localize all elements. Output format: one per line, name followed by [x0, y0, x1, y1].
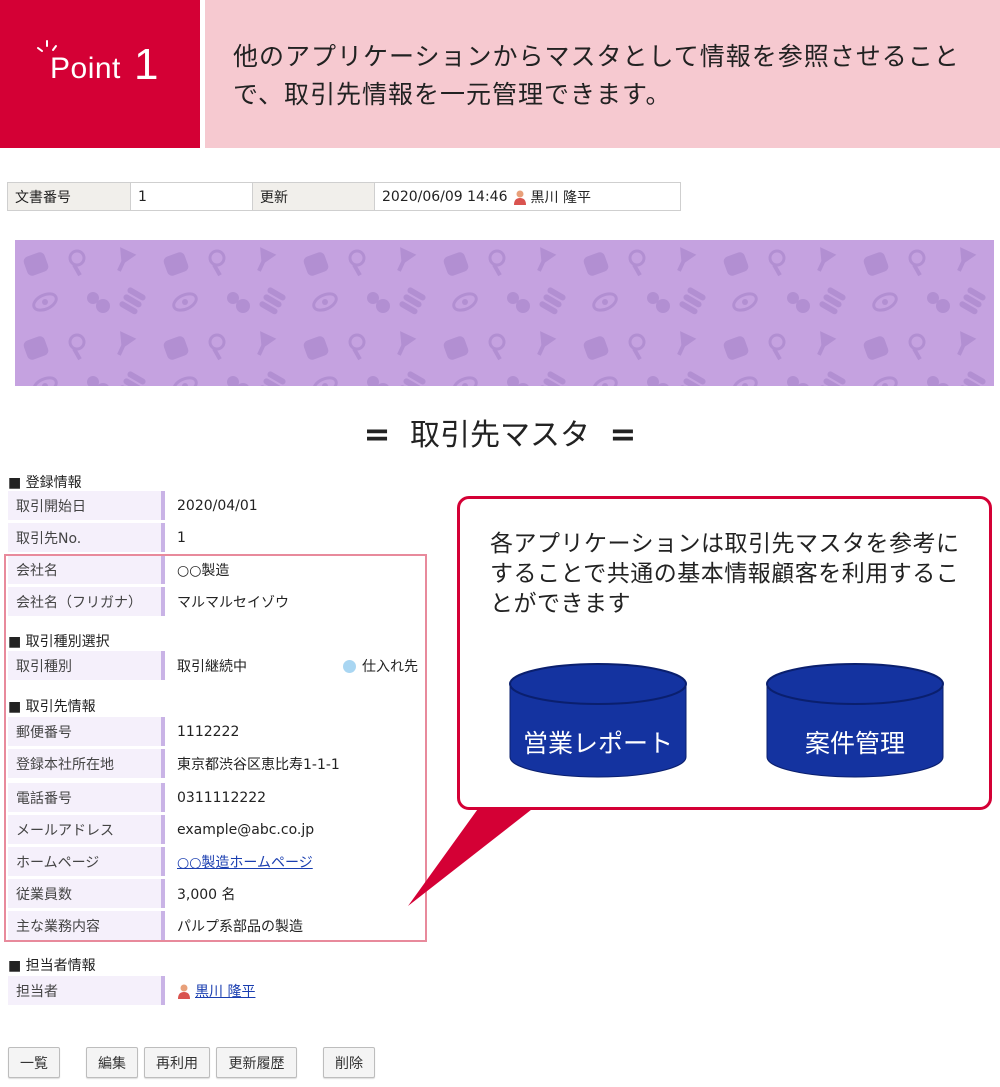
highlight-frame: [4, 554, 427, 942]
person-link[interactable]: 黒川 隆平: [195, 981, 255, 1001]
section-person: ■ 担当者情報: [8, 958, 96, 974]
database-icon: [509, 663, 687, 778]
history-button[interactable]: 更新履歴: [216, 1047, 297, 1078]
field-label: 取引先No.: [8, 523, 165, 552]
point-number: 1: [134, 40, 159, 89]
document-info-table: 文書番号 1 更新 2020/06/09 14:46 黒川 隆平: [7, 182, 681, 211]
database-icon: [766, 663, 944, 778]
updated-value-cell: 2020/06/09 14:46 黒川 隆平: [375, 183, 680, 210]
field-row-start-date: 取引開始日 2020/04/01: [8, 491, 418, 520]
app-label-sales-report: 営業レポート: [522, 729, 673, 758]
field-label: 取引開始日: [8, 491, 165, 520]
page-title: = 取引先マスタ =: [0, 410, 1000, 454]
banner-pattern: [15, 240, 994, 386]
point-description-box: 他のアプリケーションからマスタとして情報を参照させることで、取引先情報を一元管理…: [205, 0, 1000, 148]
edit-button[interactable]: 編集: [86, 1047, 138, 1078]
field-value: 2020/04/01: [177, 497, 258, 514]
callout-box: 各アプリケーションは取引先マスタを参考にすることで共通の基本情報顧客を利用するこ…: [457, 496, 992, 810]
user-icon: [178, 984, 190, 999]
title-text: 取引先マスタ: [410, 418, 590, 453]
updated-datetime: 2020/06/09 14:46: [382, 188, 508, 205]
header-banner: [15, 240, 994, 386]
title-mark-left: =: [363, 415, 391, 453]
list-button[interactable]: 一覧: [8, 1047, 60, 1078]
callout-text: 各アプリケーションは取引先マスタを参考にすることで共通の基本情報顧客を利用するこ…: [490, 531, 960, 617]
field-row-partner-no: 取引先No. 1: [8, 523, 418, 552]
updated-user: 黒川 隆平: [530, 189, 591, 206]
delete-button[interactable]: 削除: [323, 1047, 375, 1078]
point-label: Point: [50, 52, 121, 85]
updated-label: 更新: [253, 183, 375, 210]
point-description: 他のアプリケーションからマスタとして情報を参照させることで、取引先情報を一元管理…: [233, 42, 960, 109]
doc-number-label: 文書番号: [8, 183, 131, 210]
field-value-cell: 黒川 隆平: [165, 976, 418, 1005]
reuse-button[interactable]: 再利用: [144, 1047, 210, 1078]
user-icon: [513, 190, 526, 205]
doc-number-value: 1: [131, 183, 253, 210]
field-value: 1: [177, 529, 186, 546]
section-registration: ■ 登録情報: [8, 475, 82, 491]
title-mark-right: =: [609, 415, 637, 453]
field-row-person: 担当者 黒川 隆平: [8, 976, 418, 1005]
field-label: 担当者: [8, 976, 165, 1005]
point-badge: Point 1: [0, 0, 200, 148]
app-label-project-mgmt: 案件管理: [804, 729, 905, 758]
